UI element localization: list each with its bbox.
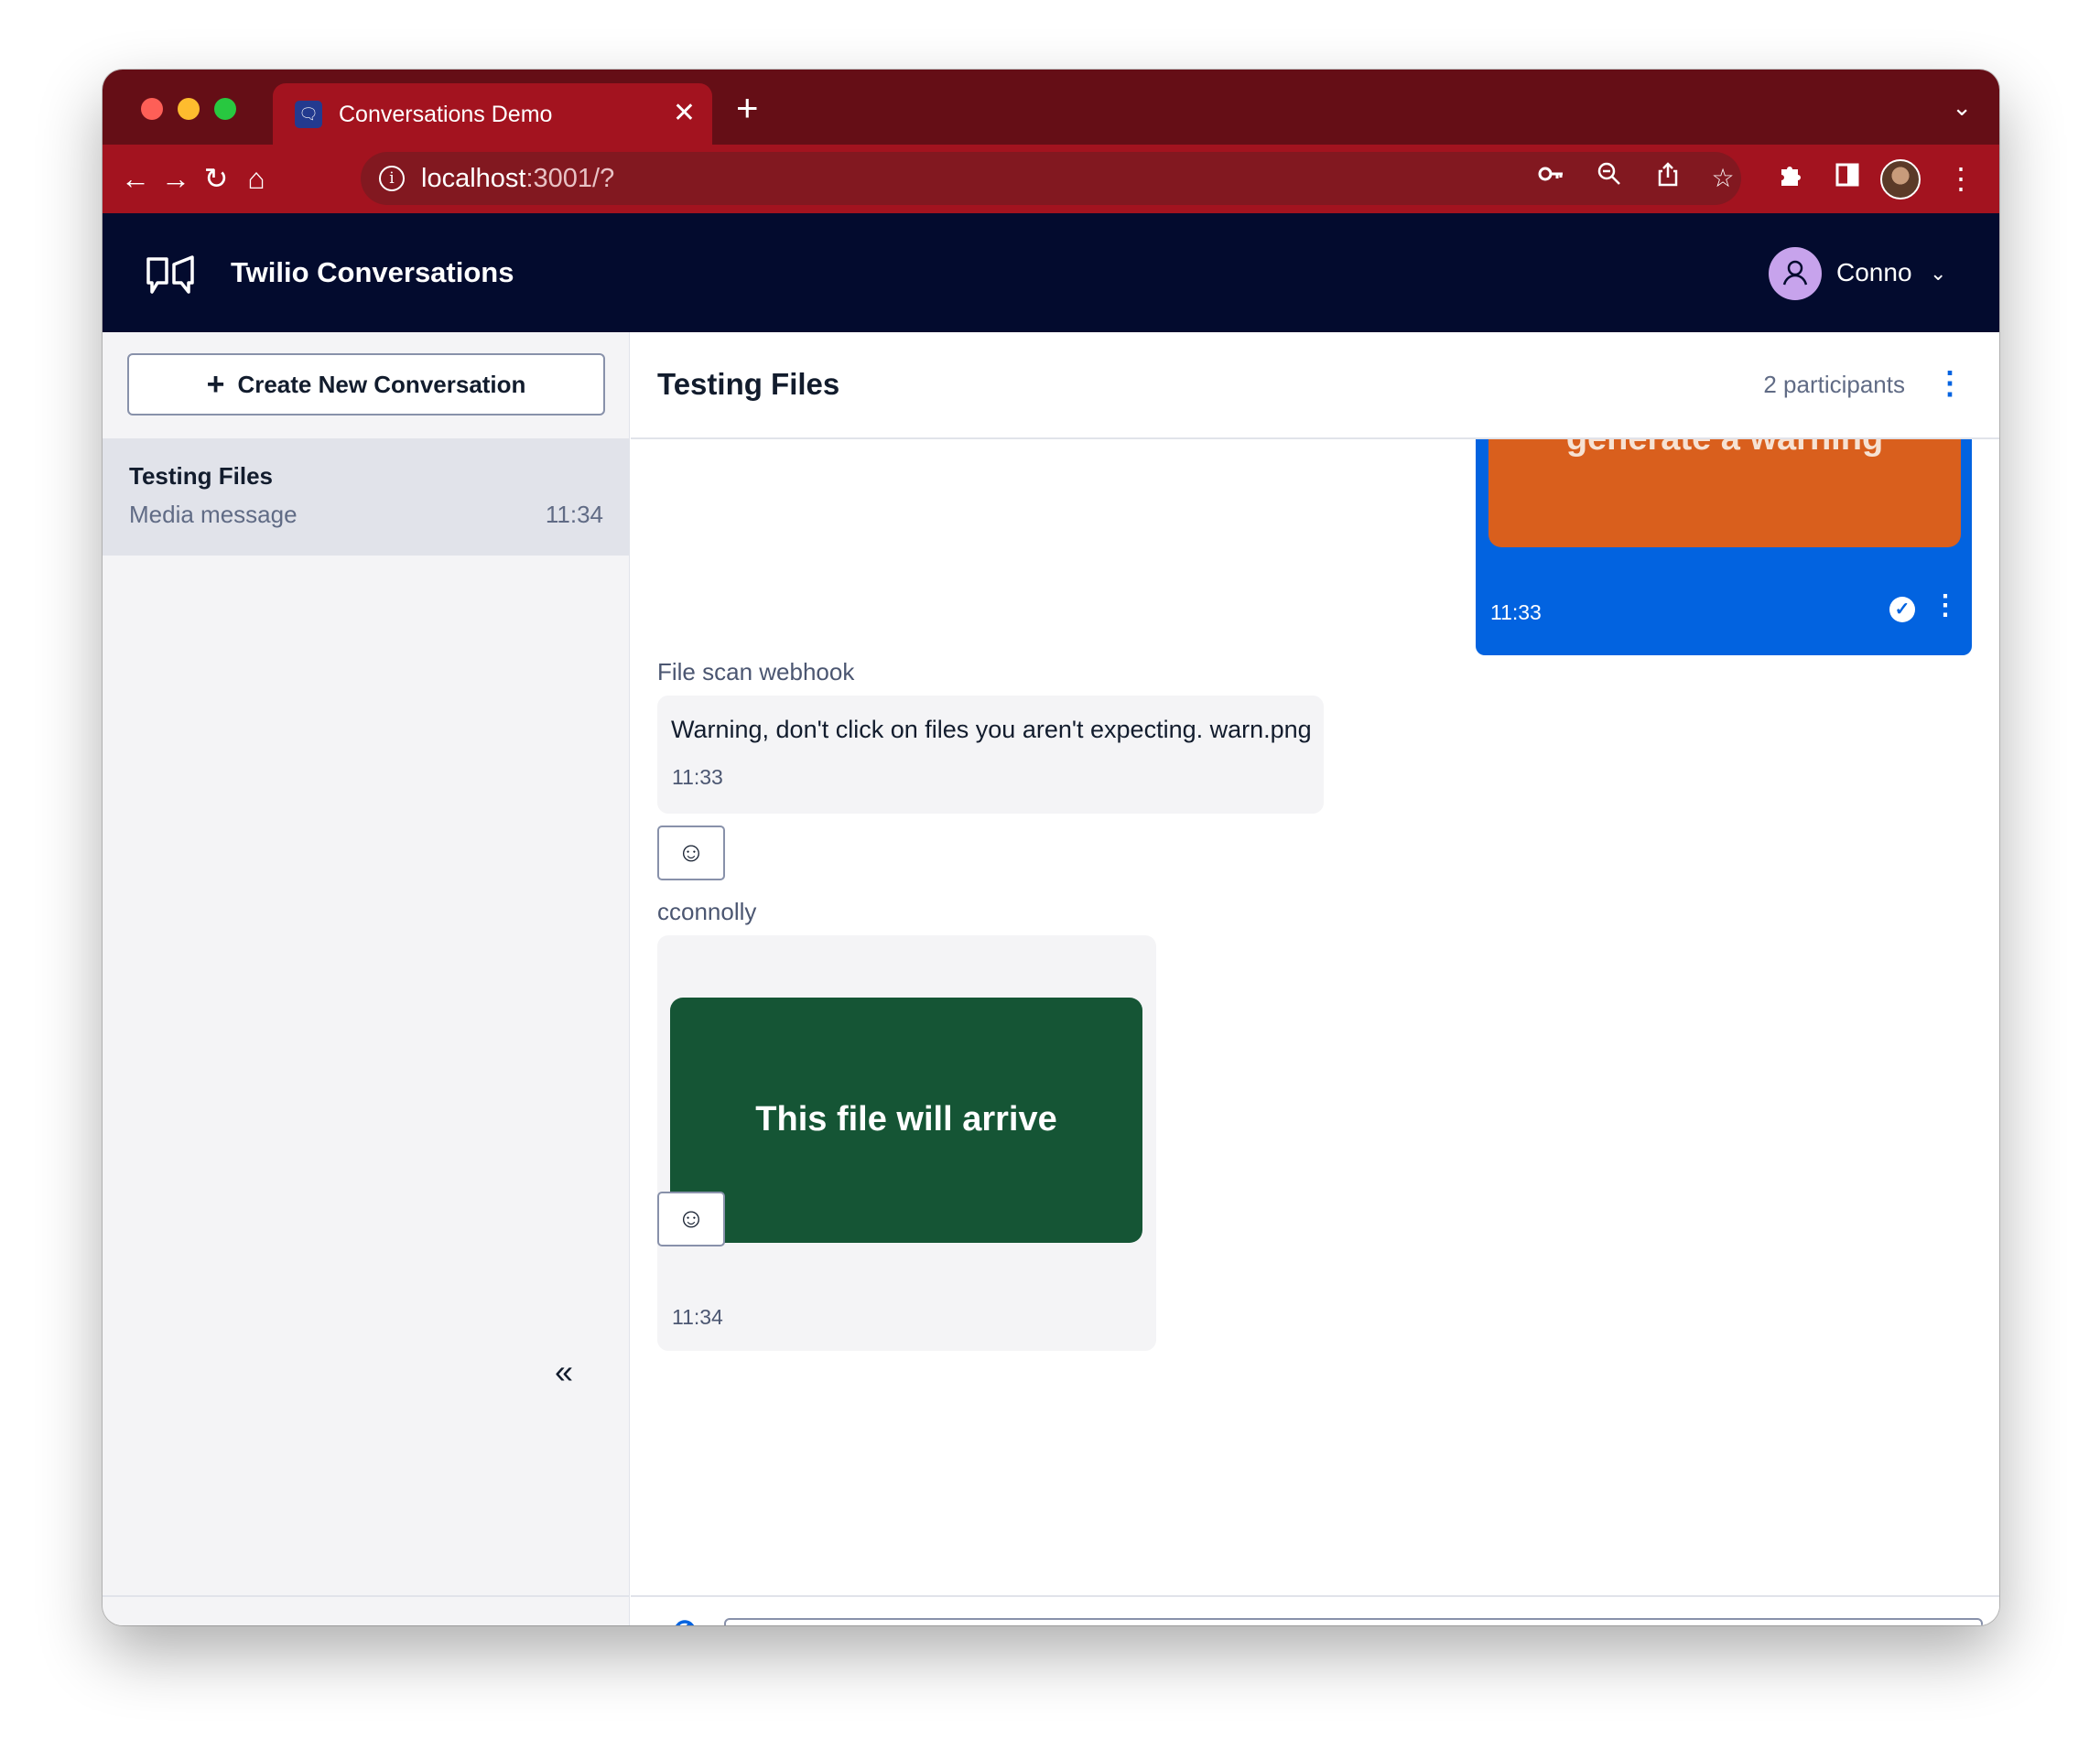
incoming-message: Warning, don't click on files you aren't… [657, 696, 1324, 814]
add-reaction-button[interactable]: ☺ [657, 826, 725, 880]
conversations-sidebar: + Create New Conversation Testing Files … [103, 332, 630, 1625]
message-time: 11:34 [672, 1305, 723, 1329]
participants-count[interactable]: 2 participants [1763, 371, 1905, 399]
conversation-header: Testing Files 2 participants ⋮ [631, 332, 1999, 439]
sidebar-footer [103, 1595, 630, 1625]
media-image-text: generate a warning [1488, 439, 1961, 459]
conversation-time: 11:34 [545, 501, 603, 528]
app-title: Twilio Conversations [231, 256, 514, 288]
media-image-text: This file will arrive [755, 1100, 1057, 1138]
incoming-message: This file will arrive 11:34 [657, 935, 1156, 1351]
smiley-plus-icon: ☺ [677, 1203, 706, 1234]
plus-icon: + [206, 367, 225, 402]
media-attachment[interactable]: generate a warning [1488, 439, 1961, 547]
site-info-icon[interactable]: i [379, 166, 405, 191]
close-window-button[interactable] [141, 98, 163, 120]
reload-icon[interactable]: ↻ [198, 160, 234, 197]
collapse-sidebar-icon[interactable]: « [555, 1354, 573, 1390]
profile-avatar[interactable] [1880, 159, 1921, 200]
key-icon[interactable] [1532, 160, 1569, 198]
app-header: Twilio Conversations Conno ⌄ [103, 213, 1999, 332]
tab-title: Conversations Demo [339, 102, 553, 127]
extensions-puzzle-icon[interactable] [1772, 160, 1809, 197]
browser-tab[interactable]: 🗨 Conversations Demo ✕ [273, 83, 712, 145]
share-icon[interactable] [1650, 160, 1686, 198]
minimize-window-button[interactable] [178, 98, 200, 120]
twilio-favicon-icon: 🗨 [295, 101, 322, 128]
user-icon [1782, 260, 1808, 286]
bookmark-star-icon[interactable]: ☆ [1705, 160, 1741, 197]
browser-menu-icon[interactable]: ⋮ [1943, 160, 1979, 197]
tab-search-chevron-icon[interactable]: ⌄ [1952, 93, 1972, 122]
chevron-down-icon[interactable]: ⌄ [1930, 257, 1946, 290]
paperclip-icon[interactable] [661, 1616, 698, 1625]
back-icon[interactable]: ← [117, 160, 154, 197]
browser-window: 🗨 Conversations Demo ✕ + ⌄ ← → ↻ ⌂ i loc… [103, 70, 1999, 1625]
conversation-header-title: Testing Files [657, 367, 840, 401]
media-attachment[interactable]: This file will arrive [670, 998, 1142, 1243]
read-check-icon: ✓ [1889, 597, 1915, 622]
outgoing-message: generate a warning 11:33 ✓ ⋮ [1476, 439, 1972, 655]
conversations-logo-icon [146, 255, 194, 294]
side-panel-icon[interactable] [1829, 160, 1866, 197]
zoom-out-icon[interactable] [1591, 160, 1628, 198]
smiley-plus-icon: ☺ [677, 837, 706, 868]
conversation-preview: Media message [129, 501, 298, 528]
create-conversation-label: Create New Conversation [237, 370, 526, 398]
browser-toolbar: ← → ↻ ⌂ i localhost:3001/? ☆ ⋮ [103, 145, 1999, 213]
conversation-title: Testing Files [129, 462, 273, 490]
new-tab-button[interactable]: + [736, 89, 759, 127]
message-options-icon[interactable]: ⋮ [1932, 588, 1959, 624]
create-conversation-button[interactable]: + Create New Conversation [127, 353, 605, 415]
message-text: Warning, don't click on files you aren't… [671, 716, 1312, 743]
conversation-list-item[interactable]: Testing Files Media message 11:34 [103, 438, 630, 556]
home-icon[interactable]: ⌂ [238, 160, 275, 197]
url-text[interactable]: localhost:3001/? [421, 163, 614, 194]
message-author: cconnolly [657, 898, 757, 925]
message-time: 11:33 [1490, 600, 1542, 624]
message-time: 11:33 [672, 765, 723, 789]
message-list: generate a warning 11:33 ✓ ⋮ ☺ File scan… [631, 439, 1999, 1519]
conversation-menu-icon[interactable]: ⋮ [1934, 365, 1965, 402]
conversation-panel: Testing Files 2 participants ⋮ generate … [631, 332, 1999, 1625]
user-avatar[interactable] [1769, 247, 1822, 300]
address-bar[interactable]: i localhost:3001/? ☆ [361, 152, 1741, 205]
add-reaction-button[interactable]: ☺ [657, 1192, 725, 1246]
user-name[interactable]: Conno [1836, 256, 1912, 289]
forward-icon[interactable]: → [157, 160, 194, 197]
message-author: File scan webhook [657, 658, 855, 685]
message-input[interactable] [724, 1618, 1983, 1625]
tab-close-icon[interactable]: ✕ [673, 98, 696, 129]
maximize-window-button[interactable] [214, 98, 236, 120]
tab-bar: 🗨 Conversations Demo ✕ + ⌄ [103, 70, 1999, 145]
